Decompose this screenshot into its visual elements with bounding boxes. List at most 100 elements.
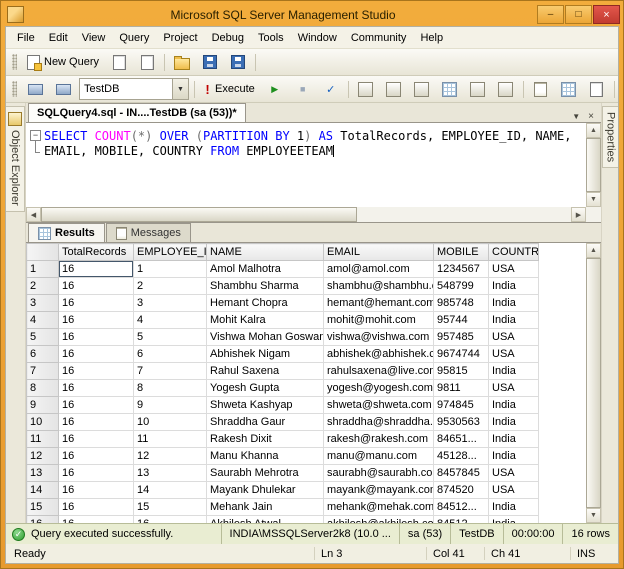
grid-cell[interactable]: USA xyxy=(489,380,539,397)
results-to-text-button[interactable] xyxy=(527,78,555,100)
execute-button[interactable]: ! Execute xyxy=(198,78,261,100)
grid-cell[interactable]: 95815 xyxy=(434,363,489,380)
debug-button[interactable]: ▶ xyxy=(261,78,289,100)
menu-edit[interactable]: Edit xyxy=(42,29,75,47)
grid-cell[interactable]: India xyxy=(489,363,539,380)
grid-cell[interactable]: Vishwa Mohan Goswami xyxy=(207,329,324,346)
row-header[interactable]: 8 xyxy=(27,380,59,397)
grid-cell[interactable]: Akhilesh Atwal xyxy=(207,516,324,524)
grid-cell[interactable]: mayank@mayank.com xyxy=(324,482,434,499)
properties-tab[interactable]: Properties xyxy=(602,106,618,168)
query-designer-button[interactable] xyxy=(380,78,408,100)
grid-cell[interactable]: 16 xyxy=(59,465,134,482)
grid-cell[interactable]: 1234567 xyxy=(434,261,489,278)
column-header-totalrecords[interactable]: TotalRecords xyxy=(59,244,134,261)
grid-cell[interactable]: saurabh@saurabh.com xyxy=(324,465,434,482)
grid-cell[interactable]: 9811 xyxy=(434,380,489,397)
row-header[interactable]: 2 xyxy=(27,278,59,295)
scroll-up-icon[interactable]: ▲ xyxy=(586,243,601,258)
change-connection-button[interactable] xyxy=(49,78,77,100)
grid-cell[interactable]: Mehank Jain xyxy=(207,499,324,516)
scrollbar-thumb[interactable] xyxy=(41,207,357,222)
grid-cell[interactable]: USA xyxy=(489,465,539,482)
close-button[interactable]: × xyxy=(593,5,620,24)
grid-cell[interactable]: USA xyxy=(489,346,539,363)
chevron-down-icon[interactable]: ▼ xyxy=(172,79,188,99)
grid-cell[interactable]: Shambhu Sharma xyxy=(207,278,324,295)
grid-cell[interactable]: 15 xyxy=(134,499,207,516)
grid-cell[interactable]: Rakesh Dixit xyxy=(207,431,324,448)
database-combo[interactable]: TestDB ▼ xyxy=(79,78,189,100)
row-header[interactable]: 1 xyxy=(27,261,59,278)
scrollbar-thumb[interactable] xyxy=(586,258,601,508)
grid-cell[interactable]: USA xyxy=(489,261,539,278)
grid-cell[interactable]: 84512... xyxy=(434,499,489,516)
grid-cell[interactable]: 9674744 xyxy=(434,346,489,363)
grid-cell[interactable]: 548799 xyxy=(434,278,489,295)
grid-vertical-scrollbar[interactable]: ▲ ▼ xyxy=(586,243,601,523)
collapse-region-icon[interactable]: − xyxy=(30,130,41,141)
grid-cell[interactable]: 8 xyxy=(134,380,207,397)
grid-cell[interactable]: 16 xyxy=(59,380,134,397)
scrollbar-thumb[interactable] xyxy=(586,138,601,192)
grid-cell[interactable]: 16 xyxy=(134,516,207,524)
grid-cell[interactable]: 16 xyxy=(59,414,134,431)
new-query-button[interactable]: New Query xyxy=(21,51,105,73)
open-file-button[interactable] xyxy=(168,51,196,73)
grid-cell[interactable]: 16 xyxy=(59,397,134,414)
row-header[interactable]: 12 xyxy=(27,448,59,465)
editor-vertical-scrollbar[interactable]: ▲ ▼ xyxy=(586,123,601,207)
grid-cell[interactable]: akhilesh@akhilesh.com xyxy=(324,516,434,524)
row-header[interactable]: 13 xyxy=(27,465,59,482)
menu-file[interactable]: File xyxy=(10,29,42,47)
grid-cell[interactable]: 16 xyxy=(59,261,134,278)
grid-cell[interactable]: shraddha@shraddha.c... xyxy=(324,414,434,431)
grid-cell[interactable]: Rahul Saxena xyxy=(207,363,324,380)
include-actual-plan-button[interactable] xyxy=(436,78,464,100)
comment-button[interactable] xyxy=(618,78,619,100)
grid-cell[interactable]: 16 xyxy=(59,295,134,312)
row-header[interactable]: 14 xyxy=(27,482,59,499)
grid-cell[interactable]: 874520 xyxy=(434,482,489,499)
grid-cell[interactable]: 9530563 xyxy=(434,414,489,431)
grid-cell[interactable]: India xyxy=(489,499,539,516)
stop-button[interactable]: ■ xyxy=(289,78,317,100)
results-to-file-button[interactable] xyxy=(583,78,611,100)
grid-cell[interactable]: 4 xyxy=(134,312,207,329)
row-header[interactable]: 15 xyxy=(27,499,59,516)
query-editor[interactable]: − SELECT COUNT(*) OVER (PARTITION BY 1) … xyxy=(26,123,601,223)
grid-cell[interactable]: 95744 xyxy=(434,312,489,329)
grid-cell[interactable]: shweta@shweta.com xyxy=(324,397,434,414)
tab-results[interactable]: Results xyxy=(28,223,105,242)
grid-cell[interactable]: 16 xyxy=(59,516,134,524)
show-estimated-plan-button[interactable] xyxy=(352,78,380,100)
title-bar[interactable]: Microsoft SQL Server Management Studio –… xyxy=(1,1,623,26)
row-header[interactable]: 7 xyxy=(27,363,59,380)
grid-cell[interactable]: India xyxy=(489,448,539,465)
sql-text[interactable]: SELECT COUNT(*) OVER (PARTITION BY 1) AS… xyxy=(44,123,586,207)
grid-cell[interactable]: 16 xyxy=(59,312,134,329)
row-header[interactable]: 16 xyxy=(27,516,59,524)
grid-cell[interactable]: 13 xyxy=(134,465,207,482)
grid-cell[interactable]: 11 xyxy=(134,431,207,448)
grid-cell[interactable]: mohit@mohit.com xyxy=(324,312,434,329)
minimize-button[interactable]: – xyxy=(537,5,564,24)
grid-cell[interactable]: 7 xyxy=(134,363,207,380)
menu-tools[interactable]: Tools xyxy=(251,29,291,47)
grid-cell[interactable]: 5 xyxy=(134,329,207,346)
grid-cell[interactable]: 957485 xyxy=(434,329,489,346)
grid-cell[interactable]: 10 xyxy=(134,414,207,431)
grid-cell[interactable]: India xyxy=(489,278,539,295)
grid-cell[interactable]: Yogesh Gupta xyxy=(207,380,324,397)
grid-cell[interactable]: 985748 xyxy=(434,295,489,312)
grid-cell[interactable]: 16 xyxy=(59,448,134,465)
grid-cell[interactable]: India xyxy=(489,414,539,431)
row-header[interactable]: 4 xyxy=(27,312,59,329)
grid-cell[interactable]: amol@amol.com xyxy=(324,261,434,278)
grid-cell[interactable]: Hemant Chopra xyxy=(207,295,324,312)
row-header[interactable]: 6 xyxy=(27,346,59,363)
row-header[interactable]: 3 xyxy=(27,295,59,312)
include-client-statistics-button[interactable] xyxy=(464,78,492,100)
save-all-button[interactable] xyxy=(224,51,252,73)
grid-cell[interactable]: 3 xyxy=(134,295,207,312)
